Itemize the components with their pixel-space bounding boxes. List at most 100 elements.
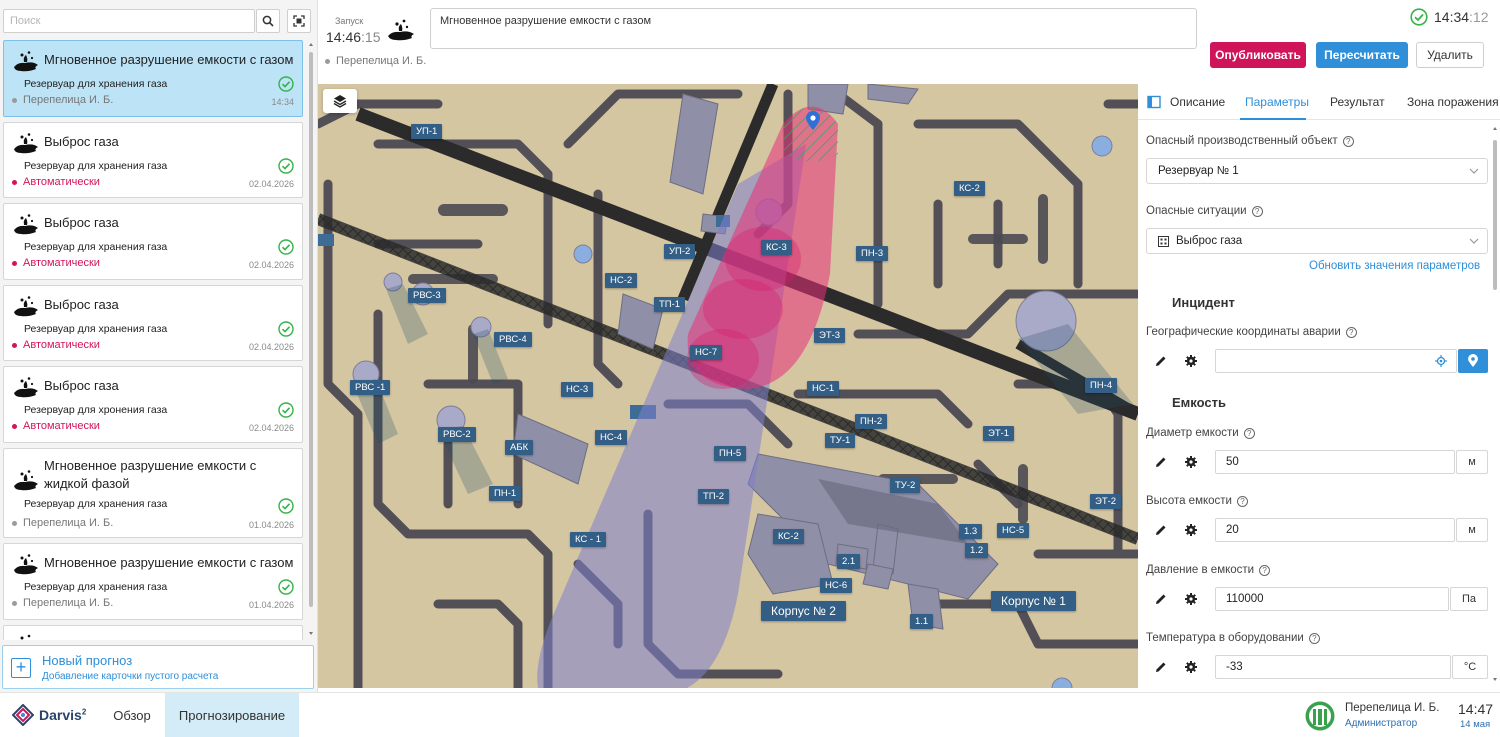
scenario-card[interactable]: Мгновенное разрушение емкости с жидкой ф… [3, 448, 303, 538]
diameter-input[interactable]: 50 [1215, 450, 1455, 474]
new-forecast-button[interactable]: + Новый прогноз Добавление карточки пуст… [2, 645, 314, 689]
map-object-label[interactable]: ЭТ-1 [983, 426, 1015, 441]
map-object-label[interactable]: КС-2 [773, 529, 804, 544]
temperature-input[interactable]: -33 [1215, 655, 1451, 679]
map-object-label[interactable]: РВС-4 [494, 332, 532, 347]
card-author-name: Автоматически [23, 176, 100, 188]
map-object-label[interactable]: ПН-1 [489, 486, 522, 501]
map-object-label[interactable]: 1.3 [959, 524, 983, 539]
map-view[interactable]: УП-1 УП-2 КС-2 КС-3 ПН-3 НС-2 ТП-1 РВС-3 РВС-4 РВ… [318, 84, 1138, 688]
map-object-label[interactable]: Корпус № 1 [991, 591, 1076, 611]
map-object-label[interactable]: УП-1 [411, 124, 443, 139]
nav-overview[interactable]: Обзор [104, 693, 160, 737]
card-subtitle: Резервуар для хранения газа [24, 498, 168, 510]
tab-parameters[interactable]: Параметры [1245, 95, 1309, 109]
map-object-label[interactable]: АБК [505, 440, 534, 455]
map-object-label[interactable]: РВС-3 [408, 288, 446, 303]
scenario-card[interactable]: Выброс газа Резервуар для хранения газа Ав… [3, 122, 303, 198]
coordinates-label: Географические координаты аварии? [1146, 326, 1357, 338]
help-icon[interactable]: ? [1308, 632, 1320, 644]
map-object-label[interactable]: 2.1 [837, 554, 861, 569]
settings-button[interactable] [1178, 587, 1204, 611]
scrollbar-thumb[interactable] [309, 52, 313, 607]
help-icon[interactable]: ? [1345, 326, 1357, 338]
launch-label: Запуск [335, 16, 364, 26]
search-button[interactable] [256, 9, 280, 33]
panel-scrollbar[interactable] [1492, 124, 1498, 684]
settings-button[interactable] [1178, 518, 1204, 542]
help-icon[interactable]: ? [1251, 205, 1263, 217]
settings-button[interactable] [1178, 450, 1204, 474]
scenario-card[interactable]: Мгновенное разрушение емкости с газом Рез… [3, 40, 303, 117]
map-object-label[interactable]: НС-6 [820, 578, 853, 593]
map-object-label[interactable]: НС-4 [595, 430, 628, 445]
update-parameters-link[interactable]: Обновить значения параметров [1309, 260, 1480, 272]
nav-forecasting[interactable]: Прогнозирование [165, 693, 299, 737]
hazard-object-select[interactable]: Резервуар № 1 [1146, 158, 1488, 184]
map-object-label[interactable]: ТУ-2 [890, 478, 921, 493]
panel-toggle-icon[interactable] [1147, 95, 1161, 109]
settings-button[interactable] [1178, 349, 1204, 373]
map-object-label[interactable]: ПН-4 [1085, 378, 1118, 393]
map-object-label[interactable]: ЭТ-3 [814, 328, 846, 343]
map-object-label[interactable]: ТП-2 [698, 489, 730, 504]
tab-description[interactable]: Описание [1170, 95, 1225, 109]
help-icon[interactable]: ? [1259, 564, 1271, 576]
tab-damage-zone[interactable]: Зона поражения [1407, 95, 1499, 109]
app-logo[interactable]: Darvis2 [12, 704, 86, 726]
edit-button[interactable] [1148, 518, 1174, 542]
height-label-text: Высота емкости [1146, 495, 1232, 507]
delete-button[interactable]: Удалить [1416, 42, 1484, 68]
coordinates-input[interactable] [1215, 349, 1457, 373]
recalculate-button[interactable]: Пересчитать [1316, 42, 1408, 68]
map-object-label[interactable]: ПН-3 [856, 246, 889, 261]
layers-button[interactable] [323, 89, 357, 113]
edit-button[interactable] [1148, 450, 1174, 474]
map-object-label[interactable]: НС-2 [605, 273, 638, 288]
scenario-title-field[interactable]: Мгновенное разрушение емкости с газом [430, 8, 1197, 49]
map-object-label[interactable]: НС-7 [690, 345, 723, 360]
scenario-card[interactable]: Выброс газа Резервуар для хранения газа Ав… [3, 285, 303, 361]
scenario-card[interactable]: Выброс газа Резервуар для хранения газа Ав… [3, 203, 303, 280]
edit-button[interactable] [1148, 655, 1174, 679]
hazard-object-label-text: Опасный производственный объект [1146, 135, 1338, 147]
map-object-label[interactable]: Корпус № 2 [761, 601, 846, 621]
map-object-label[interactable]: РВС-2 [438, 427, 476, 442]
map-object-label[interactable]: 1.2 [965, 543, 989, 558]
search-input[interactable] [3, 9, 255, 33]
map-object-label[interactable]: 1.1 [910, 614, 934, 629]
map-object-label[interactable]: КС-3 [761, 240, 792, 255]
avatar[interactable] [1305, 701, 1335, 731]
map-object-label[interactable]: ПН-2 [855, 414, 888, 429]
edit-button[interactable] [1148, 349, 1174, 373]
pressure-input[interactable]: 110000 [1215, 587, 1449, 611]
scan-button[interactable] [287, 9, 311, 33]
scenario-card-partial[interactable] [3, 625, 303, 640]
map-object-label[interactable]: ПН-5 [714, 446, 747, 461]
map-object-label[interactable]: УП-2 [664, 244, 696, 259]
help-icon[interactable]: ? [1237, 495, 1248, 507]
map-object-label[interactable]: НС-1 [807, 381, 840, 396]
help-icon[interactable]: ? [1342, 135, 1354, 147]
hazard-situation-select[interactable]: Выброс газа [1146, 228, 1488, 254]
map-object-label[interactable]: РВС -1 [350, 380, 391, 395]
map-object-label[interactable]: КС-2 [954, 181, 985, 196]
height-input[interactable]: 20 [1215, 518, 1455, 542]
help-icon[interactable]: ? [1243, 427, 1255, 439]
publish-button[interactable]: Опубликовать [1210, 42, 1306, 68]
tab-result[interactable]: Результат [1330, 95, 1385, 109]
pick-location-button[interactable] [1458, 349, 1488, 373]
scrollbar-thumb[interactable] [1493, 140, 1497, 290]
edit-button[interactable] [1148, 587, 1174, 611]
scenario-card[interactable]: Мгновенное разрушение емкости с газом Рез… [3, 543, 303, 620]
map-object-label[interactable]: ТУ-1 [825, 433, 856, 448]
map-object-label[interactable]: ЭТ-2 [1090, 494, 1122, 509]
map-object-label[interactable]: КС - 1 [570, 532, 607, 547]
list-scrollbar[interactable] [308, 40, 314, 638]
map-object-label[interactable]: НС-5 [997, 523, 1030, 538]
map-object-label[interactable]: НС-3 [561, 382, 594, 397]
scenario-card[interactable]: Выброс газа Резервуар для хронения газа Ав… [3, 366, 303, 443]
locate-button[interactable] [1428, 349, 1454, 373]
map-object-label[interactable]: ТП-1 [654, 297, 686, 312]
settings-button[interactable] [1178, 655, 1204, 679]
